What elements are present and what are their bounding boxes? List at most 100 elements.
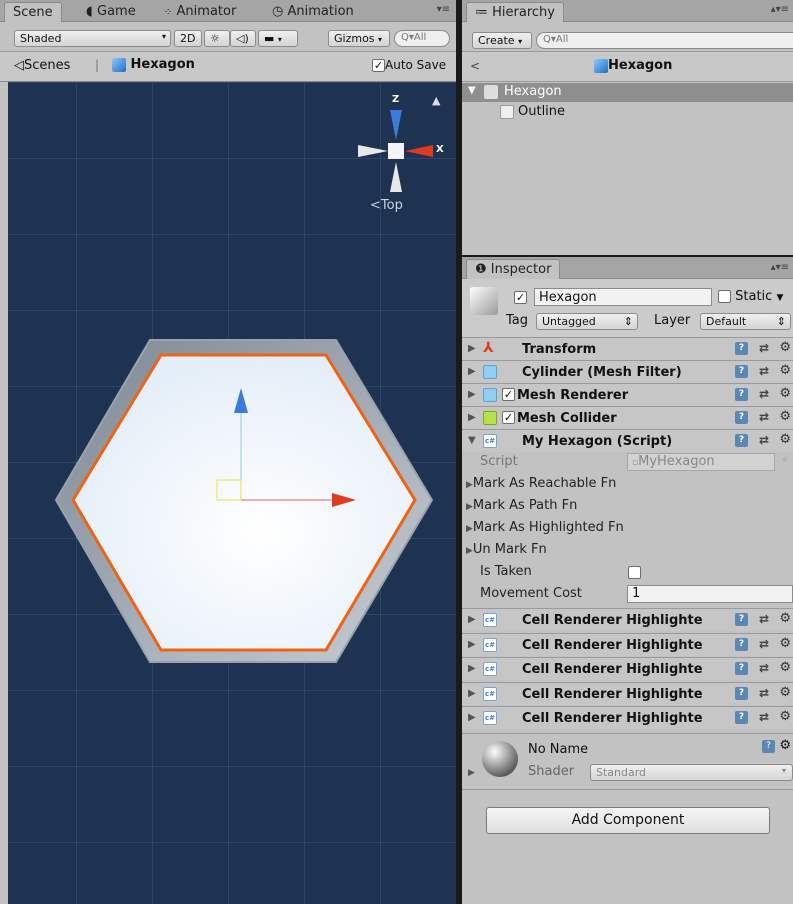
static-checkbox[interactable] (718, 290, 731, 303)
component-mesh-renderer[interactable]: ▶ ✓ Mesh Renderer ? ⇄ ⚙ (462, 383, 793, 406)
event-row[interactable]: ▶Mark As Path Fn (466, 498, 577, 513)
movement-cost-input[interactable]: 1 (627, 585, 793, 603)
x-cone-icon[interactable] (405, 145, 433, 157)
mesh-renderer-checkbox[interactable]: ✓ (502, 388, 515, 401)
component-cell-renderer[interactable]: ▶ c# Cell Renderer Highlighte? ⇄ ⚙ (462, 681, 793, 705)
component-cell-renderer[interactable]: ▶ c# Cell Renderer Highlighte? ⇄ ⚙ (462, 632, 793, 656)
preset-icon[interactable]: ⇄ (759, 364, 769, 378)
gear-icon[interactable]: ⚙ (779, 685, 791, 700)
z-cone-icon[interactable] (390, 110, 402, 140)
expand-arrow-icon[interactable]: ▶ (468, 768, 475, 778)
component-my-hexagon[interactable]: ▼ c# My Hexagon (Script) ? ⇄ ⚙ (462, 429, 793, 452)
hierarchy-search-input[interactable]: Q▾All (536, 32, 793, 49)
expand-arrow-icon[interactable]: ▶ (466, 546, 473, 556)
help-icon[interactable]: ? (735, 365, 748, 378)
name-field[interactable]: Hexagon (534, 288, 712, 306)
help-icon[interactable]: ? (735, 434, 748, 447)
preset-icon[interactable]: ⇄ (759, 433, 769, 447)
help-icon[interactable]: ? (735, 686, 748, 700)
help-icon[interactable]: ? (735, 637, 748, 651)
expand-arrow-icon[interactable]: ▶ (468, 389, 476, 400)
breadcrumb-hexagon[interactable]: Hexagon (112, 57, 195, 72)
tab-animation[interactable]: ◷ Animation (264, 2, 362, 22)
hierarchy-item-hexagon[interactable]: ▼ Hexagon (462, 83, 793, 102)
component-cell-renderer[interactable]: ▶ c# Cell Renderer Highlighte? ⇄ ⚙ (462, 657, 793, 680)
expand-arrow-icon[interactable]: ▶ (466, 524, 473, 534)
neg-x-cone-icon[interactable] (358, 145, 388, 157)
expand-arrow-icon[interactable]: ▶ (468, 412, 476, 423)
static-toggle[interactable]: Static ▼ (718, 289, 783, 304)
gear-icon[interactable]: ⚙ (779, 386, 791, 401)
orientation-gizmo[interactable]: Z X ▲ <Top (348, 90, 448, 230)
create-dropdown[interactable]: Create ▾ (472, 32, 532, 49)
is-taken-checkbox[interactable] (628, 566, 641, 579)
autosave-checkbox[interactable]: ✓ (372, 59, 385, 72)
gear-icon[interactable]: ⚙ (779, 738, 791, 753)
scenes-back-button[interactable]: ◁Scenes (14, 58, 70, 73)
panel-menu-icon[interactable]: ▴▾≡ (771, 4, 789, 15)
gear-icon[interactable]: ⚙ (779, 432, 791, 447)
expand-arrow-icon[interactable]: ▼ (468, 85, 476, 96)
event-row[interactable]: ▶Mark As Highlighted Fn (466, 520, 624, 535)
lighting-button[interactable]: ☼ (204, 30, 230, 47)
tag-dropdown[interactable]: Untagged ⇕ (536, 313, 638, 330)
gear-icon[interactable]: ⚙ (779, 363, 791, 378)
help-icon[interactable]: ? (735, 662, 748, 675)
expand-arrow-icon[interactable]: ▶ (468, 688, 476, 699)
scene-search-input[interactable]: Q▾All (394, 30, 450, 47)
preset-icon[interactable]: ⇄ (759, 637, 769, 651)
help-icon[interactable]: ? (735, 342, 748, 355)
component-cell-renderer[interactable]: ▶ c# Cell Renderer Highlighte? ⇄ ⚙ (462, 706, 793, 729)
mesh-collider-checkbox[interactable]: ✓ (502, 411, 515, 424)
help-icon[interactable]: ? (762, 740, 775, 753)
panel-menu-icon[interactable]: ▴▾≡ (771, 262, 789, 273)
add-component-button[interactable]: Add Component (486, 807, 770, 834)
mode2d-button[interactable]: 2D (174, 30, 202, 47)
component-mesh-collider[interactable]: ▶ ✓ Mesh Collider ? ⇄ ⚙ (462, 406, 793, 429)
event-row[interactable]: ▶Mark As Reachable Fn (466, 476, 616, 491)
preset-icon[interactable]: ⇄ (759, 341, 769, 355)
active-checkbox[interactable]: ✓ (514, 291, 527, 304)
tab-animator[interactable]: ⁘ Animator (156, 2, 244, 22)
component-transform[interactable]: ▶ ⅄ Transform ? ⇄ ⚙ (462, 337, 793, 360)
gear-icon[interactable]: ⚙ (779, 660, 791, 675)
expand-arrow-icon[interactable]: ▶ (468, 663, 476, 674)
gear-icon[interactable]: ⚙ (779, 611, 791, 626)
expand-arrow-icon[interactable]: ▶ (466, 502, 473, 512)
preset-icon[interactable]: ⇄ (759, 410, 769, 424)
gear-icon[interactable]: ⚙ (779, 709, 791, 724)
object-picker-icon[interactable]: ◦ (782, 455, 788, 466)
tab-inspector[interactable]: ❶ Inspector (466, 259, 561, 279)
audio-button[interactable]: ◁) (230, 30, 256, 47)
preset-icon[interactable]: ⇄ (759, 710, 769, 724)
gear-icon[interactable]: ⚙ (779, 409, 791, 424)
panel-menu-icon[interactable]: ▾≡ (437, 4, 450, 15)
scene-viewport[interactable]: Z X ▲ <Top (8, 82, 456, 904)
preset-icon[interactable]: ⇄ (759, 686, 769, 700)
component-mesh-filter[interactable]: ▶ Cylinder (Mesh Filter) ? ⇄ ⚙ (462, 360, 793, 383)
expand-arrow-icon[interactable]: ▶ (466, 480, 473, 490)
collapse-arrow-icon[interactable]: ▼ (468, 435, 476, 446)
component-cell-renderer[interactable]: ▶ c# Cell Renderer Highlighte? ⇄ ⚙ (462, 608, 793, 631)
shader-dropdown[interactable]: Standard ▾ (590, 764, 793, 781)
shading-dropdown[interactable]: Shaded ▾ (14, 30, 171, 47)
gizmo-center-icon[interactable] (388, 143, 404, 159)
event-row[interactable]: ▶Un Mark Fn (466, 542, 547, 557)
gear-icon[interactable]: ⚙ (779, 636, 791, 651)
help-icon[interactable]: ? (735, 613, 748, 626)
preset-icon[interactable]: ⇄ (759, 612, 769, 626)
layer-dropdown[interactable]: Default ⇕ (700, 313, 791, 330)
view-label-button[interactable]: <Top (370, 198, 403, 213)
preset-icon[interactable]: ⇄ (759, 661, 769, 675)
expand-arrow-icon[interactable]: ▶ (468, 366, 476, 377)
neg-z-cone-icon[interactable] (390, 162, 402, 192)
expand-arrow-icon[interactable]: ▶ (468, 343, 476, 354)
tab-hierarchy[interactable]: ≔ Hierarchy (466, 2, 564, 22)
autosave-toggle[interactable]: ✓ Auto Save (372, 58, 446, 72)
help-icon[interactable]: ? (735, 411, 748, 424)
lock-icon[interactable]: ▲ (432, 94, 440, 107)
expand-arrow-icon[interactable]: ▶ (468, 614, 476, 625)
preset-icon[interactable]: ⇄ (759, 387, 769, 401)
gizmos-dropdown[interactable]: Gizmos ▾ (328, 30, 390, 47)
effects-button[interactable]: ▬ ▾ (258, 30, 298, 47)
